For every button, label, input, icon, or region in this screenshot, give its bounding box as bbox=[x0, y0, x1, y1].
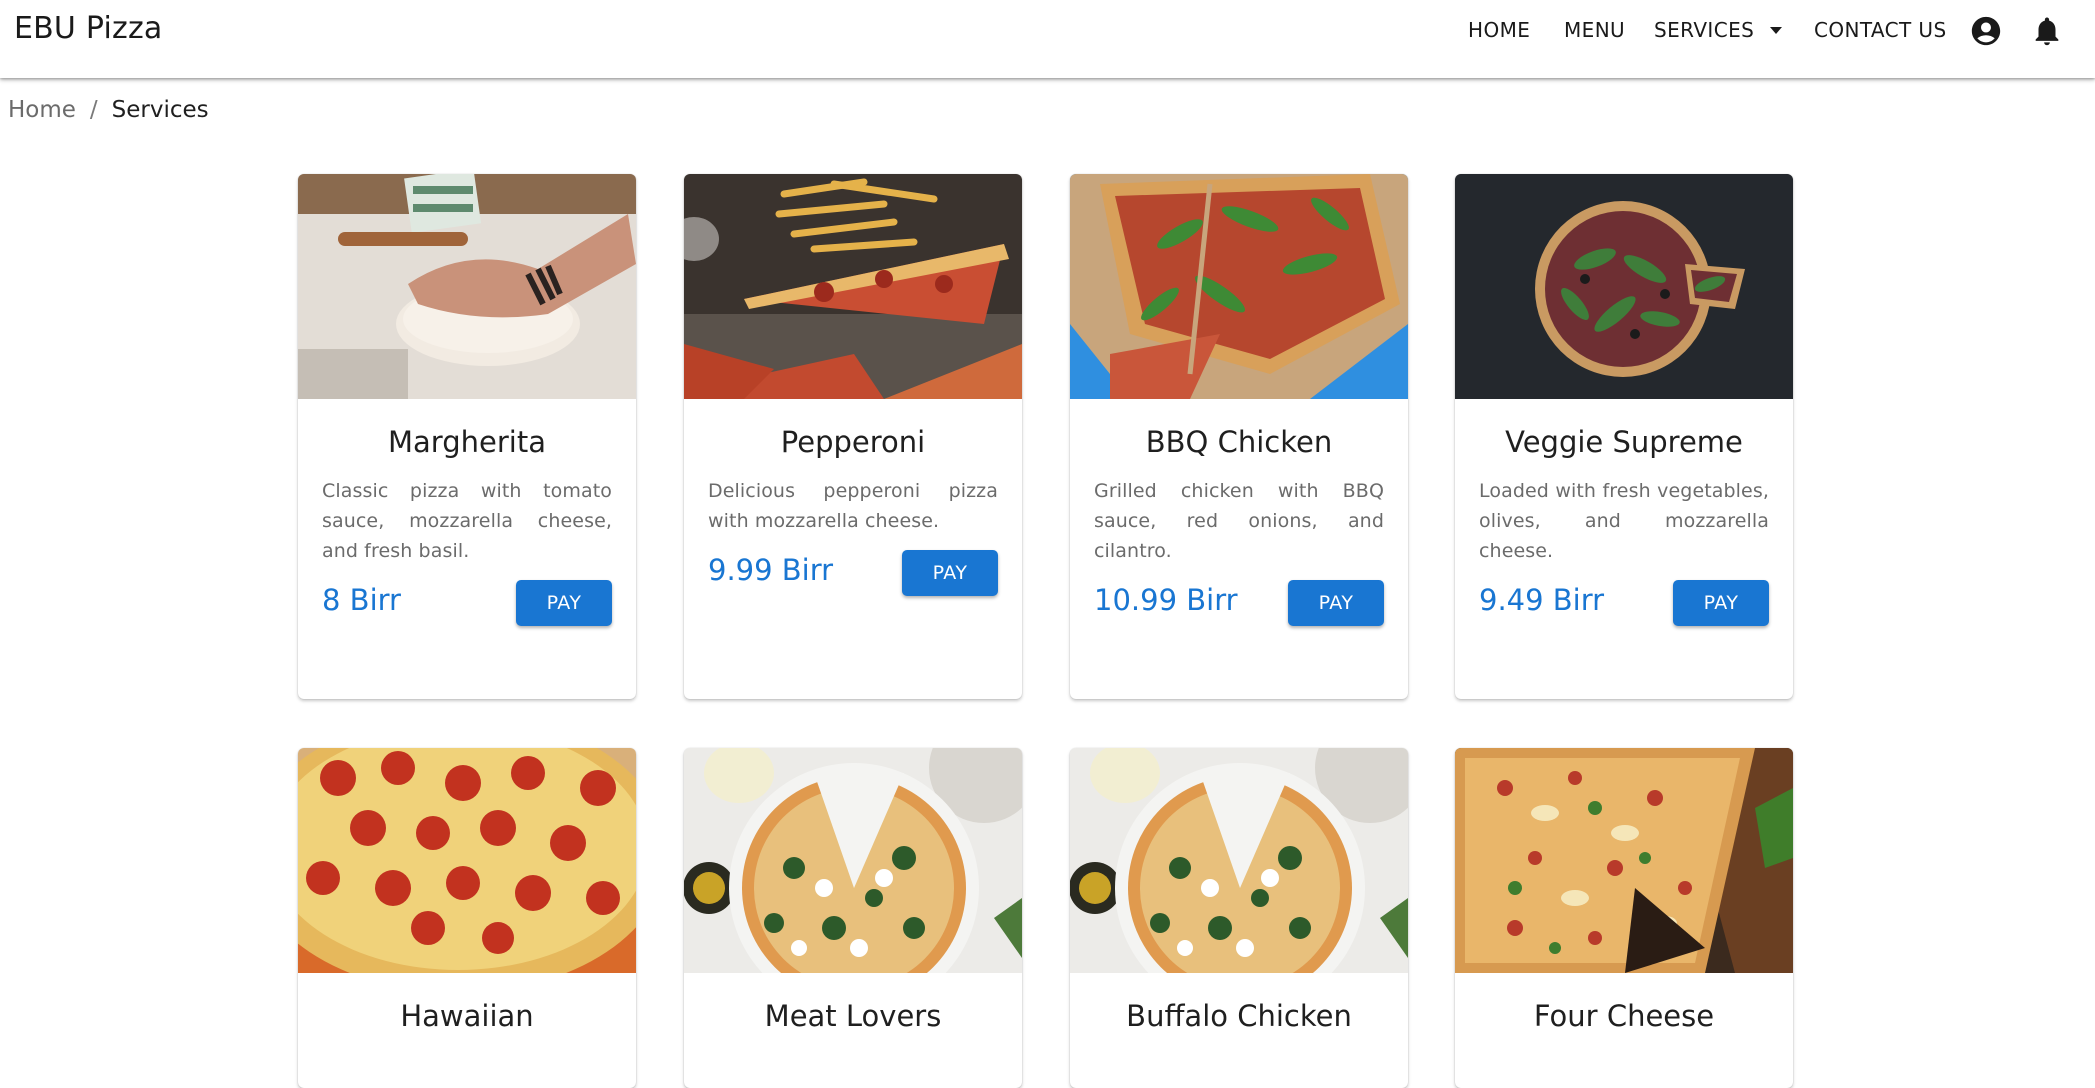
product-description: Loaded with fresh vegetables, olives, an… bbox=[1479, 480, 1769, 562]
nav-menu[interactable]: MENU bbox=[1564, 18, 1625, 42]
product-name: Hawaiian bbox=[400, 999, 534, 1033]
app-bar: EBU Pizza HOME MENU SERVICES CONTACT US bbox=[0, 0, 2095, 78]
nav-home[interactable]: HOME bbox=[1468, 18, 1530, 42]
nav-contact-us[interactable]: CONTACT US bbox=[1814, 18, 1947, 42]
product-description: Classic pizza with tomato sauce, mozzare… bbox=[322, 480, 612, 562]
product-image-buffalo-chicken bbox=[1070, 748, 1408, 973]
product-card-hawaiian: Hawaiian bbox=[298, 748, 636, 1088]
product-image-veggie-supreme bbox=[1455, 174, 1793, 399]
product-image-pepperoni bbox=[684, 174, 1022, 399]
product-card-meat-lovers: Meat Lovers bbox=[684, 748, 1022, 1088]
product-image-four-cheese bbox=[1455, 748, 1793, 973]
breadcrumb: Home / Services bbox=[8, 97, 209, 123]
product-image-bbq-chicken bbox=[1070, 174, 1408, 399]
product-name: Pepperoni bbox=[780, 425, 926, 459]
product-description: Delicious pepperoni pizza with mozzarell… bbox=[708, 480, 998, 532]
product-price: 10.99 Birr bbox=[1094, 583, 1238, 617]
breadcrumb-current: Services bbox=[111, 97, 209, 123]
product-image-margherita bbox=[298, 174, 636, 399]
product-name: Veggie Supreme bbox=[1505, 425, 1743, 459]
product-name: Buffalo Chicken bbox=[1126, 999, 1352, 1033]
product-price: 9.49 Birr bbox=[1479, 583, 1605, 617]
product-card-bbq-chicken: BBQ Chicken Grilled chicken with BBQ sau… bbox=[1070, 174, 1408, 699]
product-description: Grilled chicken with BBQ sauce, red onio… bbox=[1094, 480, 1384, 562]
pay-button[interactable]: PAY bbox=[1673, 580, 1769, 626]
product-card-buffalo-chicken: Buffalo Chicken bbox=[1070, 748, 1408, 1088]
product-card-margherita: Margherita Classic pizza with tomato sau… bbox=[298, 174, 636, 699]
breadcrumb-home[interactable]: Home bbox=[8, 97, 76, 123]
chevron-down-icon[interactable] bbox=[1770, 27, 1782, 34]
product-card-four-cheese: Four Cheese bbox=[1455, 748, 1793, 1088]
product-name: Meat Lovers bbox=[764, 999, 942, 1033]
nav-services[interactable]: SERVICES bbox=[1654, 18, 1754, 42]
account-circle-icon[interactable] bbox=[1969, 14, 2003, 48]
product-name: BBQ Chicken bbox=[1145, 425, 1333, 459]
product-price: 8 Birr bbox=[322, 583, 401, 617]
product-image-hawaiian bbox=[298, 748, 636, 973]
product-card-pepperoni: Pepperoni Delicious pepperoni pizza with… bbox=[684, 174, 1022, 699]
pay-button[interactable]: PAY bbox=[516, 580, 612, 626]
product-price: 9.99 Birr bbox=[708, 553, 834, 587]
product-card-veggie-supreme: Veggie Supreme Loaded with fresh vegetab… bbox=[1455, 174, 1793, 699]
product-image-meat-lovers bbox=[684, 748, 1022, 973]
product-name: Four Cheese bbox=[1533, 999, 1715, 1033]
pay-button[interactable]: PAY bbox=[1288, 580, 1384, 626]
brand-title[interactable]: EBU Pizza bbox=[14, 11, 162, 46]
bell-icon[interactable] bbox=[2030, 14, 2064, 48]
product-name: Margherita bbox=[388, 425, 546, 459]
breadcrumb-separator: / bbox=[89, 97, 98, 123]
pay-button[interactable]: PAY bbox=[902, 550, 998, 596]
